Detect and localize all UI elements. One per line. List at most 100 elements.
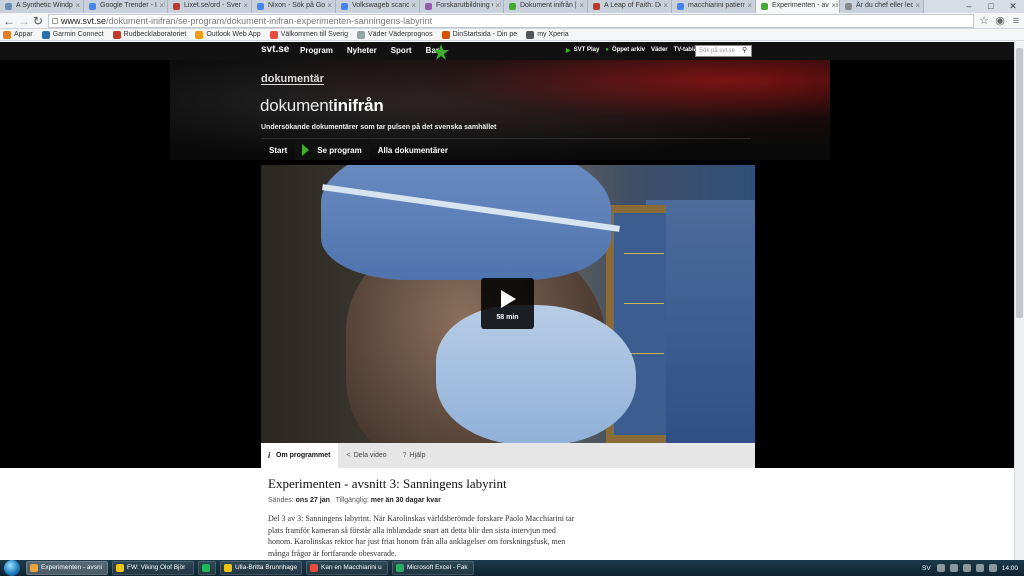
tab-close-icon[interactable]: × [241, 1, 248, 10]
start-button[interactable] [0, 560, 24, 576]
subnav-se-program-label: Se program [317, 146, 362, 155]
minimize-icon[interactable]: – [958, 0, 980, 13]
search-placeholder: Sök på svt.se [699, 48, 736, 54]
scrollbar-thumb[interactable] [1016, 48, 1023, 318]
close-icon[interactable]: ✕ [1002, 0, 1024, 13]
svt-nav-item[interactable]: Sport [391, 46, 412, 55]
browser-tab[interactable]: macchiarini patient × [672, 0, 756, 13]
bookmark-item[interactable]: Appar [3, 29, 33, 41]
svt-service-link[interactable]: Öppet arkiv [612, 47, 645, 54]
system-tray: SV 14:00 [922, 560, 1024, 576]
url-path: /dokument-inifran/se-program/dokument-in… [106, 16, 433, 26]
svt-logo[interactable]: svt.se [261, 44, 289, 55]
brand-dokumentar[interactable]: dokumentär [261, 73, 324, 85]
subnav-start[interactable]: Start [261, 139, 295, 160]
page-info-icon[interactable] [52, 18, 58, 24]
forward-icon[interactable]: → [17, 14, 31, 28]
barn-star-icon[interactable] [432, 43, 450, 61]
tab-om-programmet[interactable]: i Om programmet [261, 443, 339, 468]
tray-icon-shield[interactable] [962, 564, 971, 572]
tab-dela-video[interactable]: < Dela video [338, 443, 394, 468]
taskbar-item[interactable]: FW: Viking Olof Björ [112, 561, 194, 575]
tab-favicon-icon [257, 3, 264, 10]
brand-tagline: Undersökande dokumentärer som tar pulsen… [261, 124, 497, 131]
bookmark-item[interactable]: my Xperia [526, 29, 569, 41]
video-player[interactable]: 58 min [261, 165, 755, 443]
extension-icon[interactable]: ◉ [993, 14, 1007, 28]
bookmark-item[interactable]: Outlook Web App [195, 29, 261, 41]
bookmark-item[interactable]: Rudbecklaboratoriet [112, 29, 186, 41]
program-subnav: Start Se program Alla dokumentärer [261, 138, 751, 160]
browser-tab[interactable]: Dokument inifrån | S × [504, 0, 588, 13]
browser-tab[interactable]: Experimenten - avsni × [756, 0, 840, 13]
tab-favicon-icon [173, 3, 180, 10]
browser-tab[interactable]: Forskarutbildning vid × [420, 0, 504, 13]
tray-icon-flag[interactable] [975, 564, 984, 572]
bookmark-item[interactable]: Garmin Connect [41, 29, 104, 41]
taskbar-app-icon [30, 564, 38, 572]
browser-tab[interactable]: Är du chef eller leda × [840, 0, 924, 13]
tab-close-icon[interactable]: × [73, 1, 80, 10]
taskbar-item[interactable]: Kan en Macchiarini u [306, 561, 388, 575]
bookmark-item[interactable]: Välkommen till Sverig [269, 29, 348, 41]
video-frame-surgical-mask [436, 305, 636, 443]
svt-nav-item[interactable]: Program [300, 46, 333, 55]
bookmark-favicon-icon [356, 31, 365, 39]
svt-nav-item[interactable]: Nyheter [347, 46, 377, 55]
tray-icon-network[interactable] [936, 564, 945, 572]
svt-service-link[interactable]: Väder [651, 47, 668, 54]
browser-tab[interactable]: A Leap of Faith: Dec × [588, 0, 672, 13]
bookmark-item[interactable]: DinStartsida - Din pe [441, 29, 517, 41]
svt-service-link[interactable]: TV-tablå [674, 47, 697, 54]
taskbar-item[interactable] [198, 561, 216, 575]
menu-icon[interactable]: ≡ [1009, 14, 1023, 28]
back-icon[interactable]: ← [2, 14, 16, 28]
tab-close-icon[interactable]: × [661, 1, 668, 10]
taskbar-item[interactable]: Ulla-Britta Brunnhage [220, 561, 302, 575]
tab-close-icon[interactable]: × [745, 1, 752, 10]
bookmark-star-icon[interactable]: ☆ [977, 14, 991, 28]
taskbar-item[interactable]: Microsoft Excel - Fak [392, 561, 474, 575]
search-icon[interactable]: ⚲ [742, 47, 750, 55]
reload-icon[interactable]: ↻ [31, 14, 45, 28]
bookmark-label: Outlook Web App [206, 31, 261, 38]
video-duration: 58 min [496, 314, 519, 321]
page-scrollbar[interactable] [1014, 42, 1024, 560]
tab-close-icon[interactable]: × [493, 1, 500, 10]
clock[interactable]: 14:00 [1002, 565, 1018, 572]
svt-service-link[interactable]: SVT Play [574, 47, 600, 54]
subnav-alla-dokumentarer[interactable]: Alla dokumentärer [370, 139, 456, 160]
tab-close-icon[interactable]: × [325, 1, 332, 10]
tab-close-icon[interactable]: × [409, 1, 416, 10]
subnav-se-program[interactable]: Se program [295, 139, 370, 160]
brand-bold: inifrån [333, 96, 384, 115]
taskbar-item[interactable]: Experimenten - avsni [26, 561, 108, 575]
taskbar-app-icon [224, 564, 232, 572]
browser-tab[interactable]: Volkswageb scandal × [336, 0, 420, 13]
browser-tab[interactable]: Nixon - Sök på Goo × [252, 0, 336, 13]
brand-dokument-inifran[interactable]: dokumentinifrån [260, 96, 384, 116]
language-indicator[interactable]: SV [922, 565, 931, 572]
address-bar-row: ← → ↻ www.svt.se/dokument-inifran/se-pro… [0, 13, 1024, 29]
bookmark-label: Väder Väderprognos [367, 31, 433, 38]
maximize-icon[interactable]: □ [980, 0, 1002, 13]
tab-close-icon[interactable]: × [829, 1, 836, 10]
tab-hjalp[interactable]: ? Hjälp [395, 443, 434, 468]
tab-close-icon[interactable]: × [577, 1, 584, 10]
browser-tab[interactable]: A Synthetic Windpip × [0, 0, 84, 13]
url-input[interactable]: www.svt.se/dokument-inifran/se-program/d… [48, 14, 974, 28]
tray-icon-volume[interactable] [988, 564, 997, 572]
tab-close-icon[interactable]: × [913, 1, 920, 10]
tray-icon-monitor[interactable] [949, 564, 958, 572]
browser-tab[interactable]: Google Trender - Ind × [84, 0, 168, 13]
tab-title: Lixet.se/ord - Sveng [184, 2, 247, 9]
bookmark-item[interactable]: Väder Väderprognos [356, 29, 433, 41]
svt-search-input[interactable]: Sök på svt.se ⚲ [695, 45, 752, 57]
play-button[interactable]: 58 min [481, 278, 534, 329]
tab-close-icon[interactable]: × [157, 1, 164, 10]
bookmark-favicon-icon [3, 31, 11, 39]
tab-hjalp-label: Hjälp [409, 452, 426, 459]
svt-service-links: ▶ SVT Play ● Öppet arkiv Väder TV-tablå [566, 47, 703, 54]
browser-tab[interactable]: Lixet.se/ord - Sveng × [168, 0, 252, 13]
taskbar-app-icon [396, 564, 404, 572]
